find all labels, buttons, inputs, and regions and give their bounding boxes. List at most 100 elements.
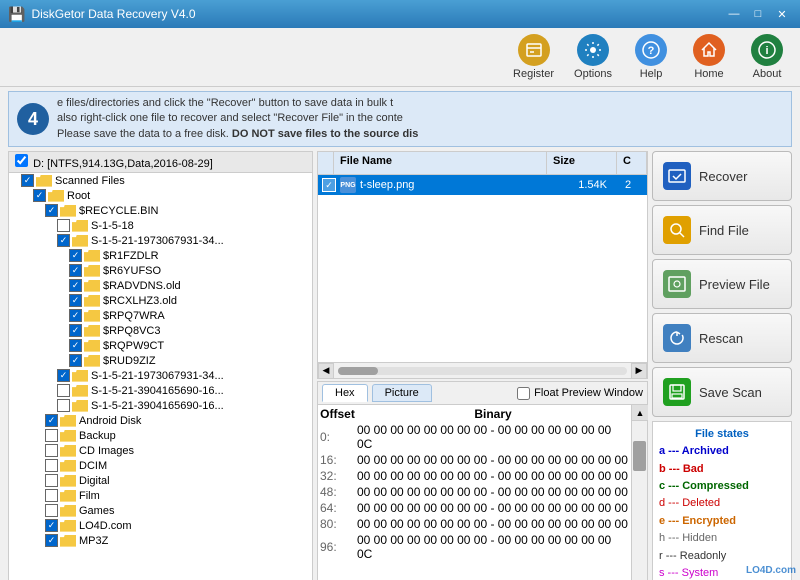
tree-checkbox[interactable]: ✓ (69, 324, 82, 337)
tree-checkbox[interactable]: ✓ (69, 249, 82, 262)
tree-checkbox[interactable]: ✓ (69, 354, 82, 367)
tree-checkbox[interactable] (57, 384, 70, 397)
hex-content: Offset Binary 0:00 00 00 00 00 00 00 00 … (318, 405, 631, 580)
tree-item[interactable]: ✓$RUD9ZIZ (9, 353, 312, 368)
rescan-label: Rescan (699, 331, 743, 346)
tree-checkbox[interactable] (45, 444, 58, 457)
col-state[interactable]: C (617, 152, 647, 174)
tree-checkbox[interactable]: ✓ (45, 534, 58, 547)
tree-checkbox[interactable] (57, 219, 70, 232)
file-list-content[interactable]: ✓ PNG t-sleep.png 1.54K 2 (318, 175, 647, 362)
hex-scroll-up[interactable]: ▲ (632, 405, 648, 421)
tree-item[interactable]: DCIM (9, 458, 312, 473)
tree-checkbox[interactable]: ✓ (57, 234, 70, 247)
tree-item-label: S-1-5-18 (91, 220, 134, 232)
tree-item[interactable]: ✓Scanned Files (9, 173, 312, 188)
tree-item[interactable]: S-1-5-21-3904165690-16... (9, 398, 312, 413)
folder-icon (36, 175, 52, 187)
tree-item-label: $RPQ7WRA (103, 310, 165, 322)
tree-checkbox[interactable]: ✓ (45, 204, 58, 217)
tree-item-label: $RQPW9CT (103, 340, 164, 352)
find-file-button[interactable]: Find File (652, 205, 792, 255)
tree-checkbox[interactable]: ✓ (69, 279, 82, 292)
tree-item[interactable]: ✓ $RPQ7WRA (9, 308, 312, 323)
tree-checkbox[interactable]: ✓ (45, 414, 58, 427)
hex-data: 00 00 00 00 00 00 00 00 - 00 00 00 00 00… (357, 533, 629, 561)
tree-item[interactable]: ✓Root (9, 188, 312, 203)
rescan-button[interactable]: Rescan (652, 313, 792, 363)
tree-item[interactable]: ✓Android Disk (9, 413, 312, 428)
tree-item-label: DCIM (79, 460, 107, 472)
tree-item[interactable]: ✓$R1FZDLR (9, 248, 312, 263)
tree-checkbox[interactable]: ✓ (57, 369, 70, 382)
rescan-icon (663, 324, 691, 352)
file-scroll-right[interactable]: ▶ (631, 363, 647, 379)
tree-item[interactable]: ✓$RADVDNS.old (9, 278, 312, 293)
tree-checkbox[interactable] (45, 474, 58, 487)
tree-item[interactable]: CD Images (9, 443, 312, 458)
tree-item[interactable]: Games (9, 503, 312, 518)
tree-item[interactable]: S-1-5-21-3904165690-16... (9, 383, 312, 398)
tree-item[interactable]: ✓ $RQPW9CT (9, 338, 312, 353)
tree-item[interactable]: ✓LO4D.com (9, 518, 312, 533)
tree-checkbox[interactable]: ✓ (69, 294, 82, 307)
file-scroll-track[interactable] (338, 367, 627, 375)
tree-item[interactable]: ✓S-1-5-21-1973067931-34... (9, 233, 312, 248)
tree-checkbox[interactable] (45, 429, 58, 442)
tree-checkbox[interactable]: ✓ (69, 339, 82, 352)
state-key: h --- Hidden (659, 532, 717, 544)
file-row[interactable]: ✓ PNG t-sleep.png 1.54K 2 (318, 175, 647, 195)
minimize-button[interactable]: — (724, 6, 744, 22)
hex-row: 0:00 00 00 00 00 00 00 00 - 00 00 00 00 … (320, 423, 629, 451)
tree-checkbox[interactable] (45, 489, 58, 502)
options-button[interactable]: Options (568, 32, 618, 82)
state-item: e --- Encrypted (659, 514, 785, 529)
preview-file-button[interactable]: Preview File (652, 259, 792, 309)
tree-item[interactable]: ✓$RECYCLE.BIN (9, 203, 312, 218)
col-size[interactable]: Size (547, 152, 617, 174)
tree-item[interactable]: ✓$R6YUFSO (9, 263, 312, 278)
file-scroll-horizontal[interactable]: ◀ ▶ (318, 362, 647, 378)
tree-item[interactable]: ✓$RCXLHZ3.old (9, 293, 312, 308)
tree-item[interactable]: Backup (9, 428, 312, 443)
float-preview-label: Float Preview Window (534, 387, 643, 399)
float-preview-checkbox[interactable] (517, 387, 530, 400)
tree-item[interactable]: ✓$RPQ8VC3 (9, 323, 312, 338)
tree-item[interactable]: Digital (9, 473, 312, 488)
file-tree-content[interactable]: ✓Scanned Files✓Root✓$RECYCLE.BIN S-1-5-18… (9, 173, 312, 580)
root-checkbox[interactable] (15, 154, 28, 167)
register-label: Register (513, 68, 554, 80)
tree-item-label: Backup (79, 430, 116, 442)
close-button[interactable]: ✕ (772, 6, 792, 22)
tree-item[interactable]: S-1-5-18 (9, 218, 312, 233)
help-button[interactable]: ? Help (626, 32, 676, 82)
tree-checkbox[interactable]: ✓ (69, 309, 82, 322)
tree-checkbox[interactable]: ✓ (33, 189, 46, 202)
recover-button[interactable]: Recover (652, 151, 792, 201)
tab-picture[interactable]: Picture (372, 384, 432, 402)
tree-item[interactable]: ✓MP3Z (9, 533, 312, 548)
home-button[interactable]: Home (684, 32, 734, 82)
about-button[interactable]: i About (742, 32, 792, 82)
tab-hex[interactable]: Hex (322, 384, 368, 402)
maximize-button[interactable]: □ (748, 6, 768, 22)
save-scan-button[interactable]: Save Scan (652, 367, 792, 417)
preview-file-icon (663, 270, 691, 298)
col-filename[interactable]: File Name (334, 152, 547, 174)
tree-checkbox[interactable]: ✓ (21, 174, 34, 187)
tree-checkbox[interactable]: ✓ (45, 519, 58, 532)
state-key: b --- Bad (659, 463, 704, 475)
main-content: D: [NTFS,914.13G,Data,2016-08-29] ✓Scann… (0, 151, 800, 580)
tree-item[interactable]: ✓S-1-5-21-1973067931-34... (9, 368, 312, 383)
hex-scrollbar[interactable]: ▲ ▼ (631, 405, 647, 580)
tree-item[interactable]: Film (9, 488, 312, 503)
tree-checkbox[interactable] (45, 504, 58, 517)
file-scroll-left[interactable]: ◀ (318, 363, 334, 379)
tree-checkbox[interactable]: ✓ (69, 264, 82, 277)
folder-icon (60, 205, 76, 217)
tree-checkbox[interactable] (57, 399, 70, 412)
folder-icon (72, 385, 88, 397)
register-button[interactable]: Register (507, 32, 560, 82)
tree-checkbox[interactable] (45, 459, 58, 472)
hex-row: 96:00 00 00 00 00 00 00 00 - 00 00 00 00… (320, 533, 629, 561)
